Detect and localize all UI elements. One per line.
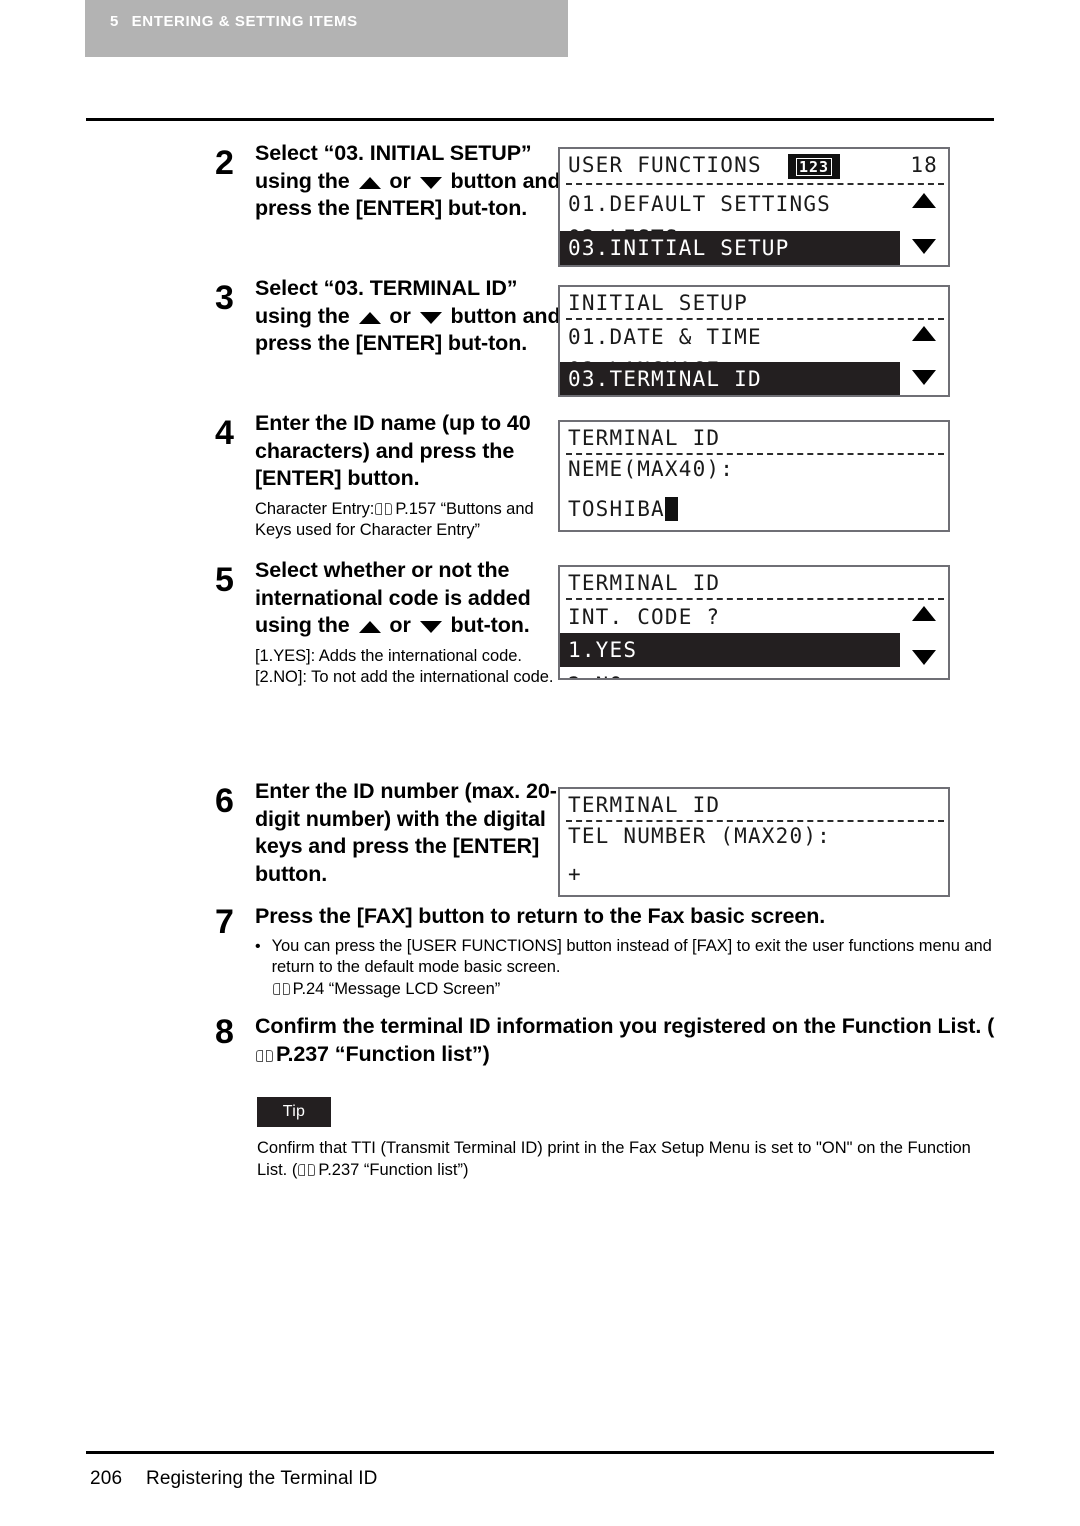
- lcd-title: TERMINAL ID: [568, 571, 721, 595]
- arrow-down-icon: [419, 176, 442, 189]
- lcd-menu-item-selected[interactable]: 03.TERMINAL ID: [560, 362, 948, 395]
- scroll-up-arrow-icon[interactable]: [912, 326, 936, 341]
- tip-badge-label: Tip: [282, 1103, 306, 1120]
- top-horizontal-rule: [86, 118, 994, 121]
- running-header-band: 5 ENTERING & SETTING ITEMS: [85, 0, 568, 57]
- lcd-divider: [566, 820, 944, 822]
- book-reference-icon: [256, 1049, 273, 1063]
- step-8-text-suffix: ): [482, 1041, 490, 1066]
- lcd-screen-initial-setup: INITIAL SETUP 01.DATE & TIME 02.LANGUAGE…: [558, 285, 950, 397]
- lcd-counter-value: 18: [910, 153, 938, 177]
- step-7-bullet-reference: P.24 “Message LCD Screen”: [272, 979, 1007, 1001]
- tip-text-suffix: ): [462, 1160, 469, 1179]
- step-6-instruction: Enter the ID number (max. 20-digit numbe…: [255, 779, 557, 886]
- step-6-number: 6: [215, 782, 234, 820]
- chapter-number: 5: [110, 13, 119, 30]
- step-4-note-prefix: Character Entry:: [255, 499, 375, 518]
- tip-body-text: Confirm that TTI (Transmit Terminal ID) …: [257, 1138, 997, 1182]
- step-7-reference-label: P.24 “Message LCD Screen”: [292, 980, 501, 999]
- lcd-title: TERMINAL ID: [568, 426, 721, 450]
- step-8-number: 8: [215, 1013, 234, 1051]
- step-7-instruction: Press the [FAX] button to return to the …: [255, 904, 826, 928]
- step-3-text-b: or: [383, 303, 417, 328]
- footer-horizontal-rule: [86, 1451, 994, 1454]
- scroll-up-arrow-icon[interactable]: [912, 193, 936, 208]
- lcd-field-label: TEL NUMBER (MAX20):: [568, 824, 832, 848]
- footer-page-number: 206: [90, 1468, 123, 1489]
- step-5-instruction: Select whether or not the international …: [255, 557, 563, 640]
- lcd-screen-international-code: TERMINAL ID INT. CODE ? 1.YES 2.NO: [558, 565, 950, 680]
- step-4-number: 4: [215, 414, 234, 452]
- tip-badge: Tip: [257, 1097, 331, 1127]
- lcd-divider: [566, 183, 944, 185]
- step-7-bullet-text: You can press the [USER FUNCTIONS] butto…: [271, 936, 992, 977]
- text-cursor-icon: [664, 497, 678, 521]
- arrow-down-icon: [419, 311, 442, 324]
- lcd-screen-terminal-id-tel: TERMINAL ID TEL NUMBER (MAX20): +: [558, 787, 950, 897]
- step-5-note-yes: [1.YES]: Adds the international code.: [255, 646, 522, 665]
- lcd-menu-item[interactable]: 01.DATE & TIME: [560, 320, 948, 354]
- lcd-field-label: NEME(MAX40):: [568, 457, 735, 481]
- step-3-instruction: Select “03. TERMINAL ID” using the or bu…: [255, 275, 563, 358]
- lcd-divider: [566, 453, 944, 455]
- scroll-down-arrow-icon[interactable]: [912, 239, 936, 254]
- arrow-up-icon: [358, 176, 381, 189]
- lcd-field-value[interactable]: TOSHIBA: [568, 497, 678, 521]
- arrow-up-icon: [358, 621, 381, 634]
- running-header-text: 5 ENTERING & SETTING ITEMS: [110, 13, 358, 30]
- bullet-dot-icon: •: [255, 937, 261, 955]
- numeric-mode-label: 123: [795, 157, 833, 176]
- lcd-screen-user-functions: USER FUNCTIONS 123 18 01.DEFAULT SETTING…: [558, 147, 950, 267]
- step-4-note: Character Entry: P.157 “Buttons and Keys …: [255, 499, 555, 543]
- lcd-title: USER FUNCTIONS: [568, 153, 762, 177]
- scroll-down-arrow-icon[interactable]: [912, 650, 936, 665]
- page-content: 5 ENTERING & SETTING ITEMS 2 Select “03.…: [0, 0, 1080, 1526]
- scroll-down-arrow-icon[interactable]: [912, 370, 936, 385]
- lcd-screen-terminal-id-name: TERMINAL ID NEME(MAX40): TOSHIBA: [558, 420, 950, 532]
- step-5-note-no: [2.NO]: To not add the international cod…: [255, 668, 554, 687]
- step-8-instruction: Confirm the terminal ID information you …: [255, 1013, 1015, 1068]
- numeric-mode-icon: 123: [788, 154, 840, 179]
- step-2-text-b: or: [383, 168, 417, 193]
- scroll-up-arrow-icon[interactable]: [912, 606, 936, 621]
- step-5-text-b: or: [383, 613, 417, 638]
- step-7-number: 7: [215, 903, 234, 941]
- step-5-number: 5: [215, 561, 234, 599]
- book-reference-icon: [272, 983, 290, 996]
- lcd-menu-item[interactable]: 2.NO: [560, 668, 948, 678]
- book-reference-icon: [298, 1163, 316, 1177]
- lcd-field-value[interactable]: +: [568, 862, 582, 886]
- arrow-up-icon: [358, 311, 381, 324]
- step-2-number: 2: [215, 144, 234, 182]
- lcd-title: TERMINAL ID: [568, 793, 721, 817]
- book-reference-icon: [375, 502, 393, 516]
- lcd-prompt-text: INT. CODE ?: [568, 605, 721, 629]
- step-4-instruction: Enter the ID name (up to 40 characters) …: [255, 411, 531, 491]
- lcd-entered-text: TOSHIBA: [568, 497, 665, 521]
- lcd-menu-item[interactable]: 01.DEFAULT SETTINGS: [560, 187, 948, 221]
- step-3-number: 3: [215, 279, 234, 317]
- arrow-down-icon: [419, 621, 442, 634]
- step-8-text-prefix: Confirm the terminal ID information you …: [255, 1014, 995, 1038]
- step-2-instruction: Select “03. INITIAL SETUP” using the or …: [255, 140, 563, 223]
- tip-reference-label: P.237 “Function list”: [318, 1160, 463, 1179]
- footer-section-title: Registering the Terminal ID: [146, 1468, 378, 1489]
- lcd-title: INITIAL SETUP: [568, 291, 748, 315]
- step-8-reference-label: P.237 “Function list”: [276, 1041, 483, 1066]
- step-5-text-c: but-ton.: [444, 613, 530, 638]
- chapter-title: ENTERING & SETTING ITEMS: [131, 13, 358, 30]
- lcd-menu-item-selected[interactable]: 03.INITIAL SETUP: [560, 231, 948, 265]
